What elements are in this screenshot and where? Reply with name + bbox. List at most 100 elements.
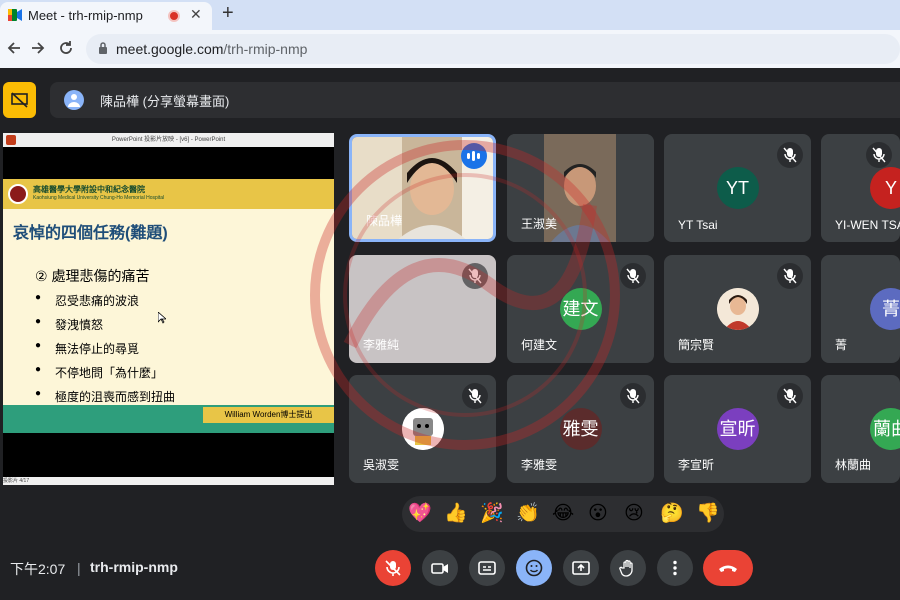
muted-icon (620, 263, 646, 289)
slide-org: 高雄醫學大學附設中和紀念醫院 (33, 185, 145, 194)
muted-icon (777, 142, 803, 168)
participant-avatar: 蘭曲 (870, 408, 900, 450)
presentation-toggle-button[interactable] (3, 82, 36, 118)
participant-name: 林蘭曲 (835, 458, 872, 472)
participant-name: 菁 (835, 338, 848, 352)
participant-name: YI-WEN TSAI (835, 218, 900, 232)
recording-icon (168, 10, 180, 22)
reaction-thinking[interactable]: 🤔 (660, 502, 684, 526)
reload-icon[interactable] (58, 40, 74, 56)
meet-logo-icon (8, 9, 22, 21)
reactions-bar: 💖 👍 🎉 👏 😂 😮 😢 🤔 👎 (402, 496, 724, 532)
muted-icon (777, 263, 803, 289)
reaction-laugh[interactable]: 😂 (552, 502, 574, 526)
participant-name: YT Tsai (678, 218, 718, 232)
slide-bullet: 發洩憤怒 (35, 316, 103, 333)
camera-button[interactable] (422, 550, 458, 586)
participant-avatar: 宣昕 (716, 408, 759, 450)
reaction-heart[interactable]: 💖 (408, 502, 432, 526)
reaction-surprised[interactable]: 😮 (588, 502, 608, 526)
slide-subheading: ② 處理悲傷的痛苦 (35, 268, 150, 284)
presenter-label: 陳品樺 (分享螢幕畫面) (100, 94, 230, 109)
slide-bullet: 不停地問「為什麼」 (35, 364, 163, 381)
close-tab-icon[interactable]: ✕ (190, 6, 202, 23)
reaction-sad[interactable]: 😢 (624, 502, 644, 526)
participant-name: 李宣昕 (678, 458, 715, 472)
reaction-party[interactable]: 🎉 (480, 502, 504, 526)
participant-tile[interactable]: 建文 何建文 (507, 255, 654, 363)
browser-chrome: Meet - trh-rmip-nmp ✕ + meet.google.com/… (0, 0, 900, 68)
meeting-code: trh-rmip-nmp (90, 559, 178, 575)
lock-icon[interactable] (98, 41, 108, 55)
participant-tile[interactable]: 吳淑雯 (349, 375, 496, 483)
participant-avatar: 菁 (870, 288, 900, 330)
participant-photo (716, 288, 759, 330)
address-bar[interactable]: meet.google.com/trh-rmip-nmp (86, 34, 900, 64)
captions-button[interactable] (469, 550, 505, 586)
participant-tile[interactable]: YT YT Tsai (664, 134, 811, 242)
captions-icon (478, 561, 496, 575)
slide-bullet: 無法停止的尋覓 (35, 340, 139, 357)
tab-meet[interactable]: Meet - trh-rmip-nmp ✕ (0, 2, 212, 30)
participant-avatar: YT (716, 167, 759, 209)
participant-tile[interactable]: 陳品樺 (349, 134, 496, 242)
slide-window-titlebar: PowerPoint 投影片放映 - [v6] - PowerPoint (3, 133, 334, 147)
navigation-bar: meet.google.com/trh-rmip-nmp (0, 30, 900, 68)
hospital-logo (8, 184, 28, 204)
reaction-thumbs-down[interactable]: 👎 (696, 502, 720, 526)
present-off-icon (11, 92, 28, 108)
shared-screen: PowerPoint 投影片放映 - [v6] - PowerPoint 高雄醫… (3, 133, 334, 485)
participant-tile[interactable]: 簡宗賢 (664, 255, 811, 363)
more-options-button[interactable] (657, 550, 693, 586)
camera-icon (431, 563, 448, 574)
muted-icon (462, 383, 488, 409)
participant-avatar: 建文 (559, 288, 602, 330)
leave-call-button[interactable] (703, 550, 753, 586)
slide-heading: 哀悼的四個任務(難題) (13, 225, 168, 242)
slide-credit: William Worden博士提出 (203, 407, 334, 423)
url-text: meet.google.com/trh-rmip-nmp (116, 41, 307, 57)
participant-tile[interactable]: 蘭曲 林蘭曲 (821, 375, 900, 483)
participant-tile[interactable]: 宣昕 李宣昕 (664, 375, 811, 483)
participant-tile[interactable]: Y YI-WEN TSAI (821, 134, 900, 242)
muted-icon (462, 263, 488, 289)
muted-icon (620, 383, 646, 409)
participant-name: 何建文 (521, 338, 558, 352)
reactions-button[interactable] (516, 550, 552, 586)
participant-sticker (401, 408, 444, 450)
slide-org-en: Kaohsiung Medical University Chung-Ho Me… (33, 195, 165, 201)
muted-icon (866, 142, 892, 168)
muted-icon (777, 383, 803, 409)
reaction-clap[interactable]: 👏 (516, 502, 540, 526)
participant-tile[interactable]: 王淑美 (507, 134, 654, 242)
hang-up-icon (719, 565, 737, 572)
participant-tile[interactable]: 菁 菁 (821, 255, 900, 363)
slide-bullet: 忍受悲痛的波浪 (35, 292, 139, 309)
present-button[interactable] (563, 550, 599, 586)
speaking-indicator-icon (461, 143, 487, 169)
hand-icon (619, 559, 633, 577)
participant-tile[interactable]: 李雅純 (349, 255, 496, 363)
slide-status: 投影片 4/17 (3, 478, 30, 484)
cursor-icon (158, 312, 166, 324)
microphone-button[interactable] (375, 550, 411, 586)
more-vert-icon (673, 560, 677, 576)
participant-tile[interactable]: 雅雯 李雅雯 (507, 375, 654, 483)
raise-hand-button[interactable] (610, 550, 646, 586)
new-tab-button[interactable]: + (222, 2, 234, 25)
participant-name: 王淑美 (521, 217, 558, 231)
slide-bullet: 極度的沮喪而感到扭曲 (35, 388, 175, 405)
participant-avatar: Y (870, 167, 900, 209)
powerpoint-icon (6, 135, 16, 145)
forward-icon[interactable] (30, 40, 46, 56)
participant-name: 陳品樺 (366, 214, 403, 228)
tab-title: Meet - trh-rmip-nmp (28, 8, 143, 23)
slide-window-title: PowerPoint 投影片放映 - [v6] - PowerPoint (111, 137, 226, 143)
participant-avatar: 雅雯 (559, 408, 602, 450)
footer-separator: | (77, 560, 81, 576)
slide-header: 高雄醫學大學附設中和紀念醫院 Kaohsiung Medical Univers… (3, 179, 334, 209)
person-icon (68, 94, 80, 107)
tab-strip: Meet - trh-rmip-nmp ✕ + (0, 0, 900, 30)
reaction-thumbs-up[interactable]: 👍 (444, 502, 468, 526)
back-icon[interactable] (6, 40, 22, 56)
